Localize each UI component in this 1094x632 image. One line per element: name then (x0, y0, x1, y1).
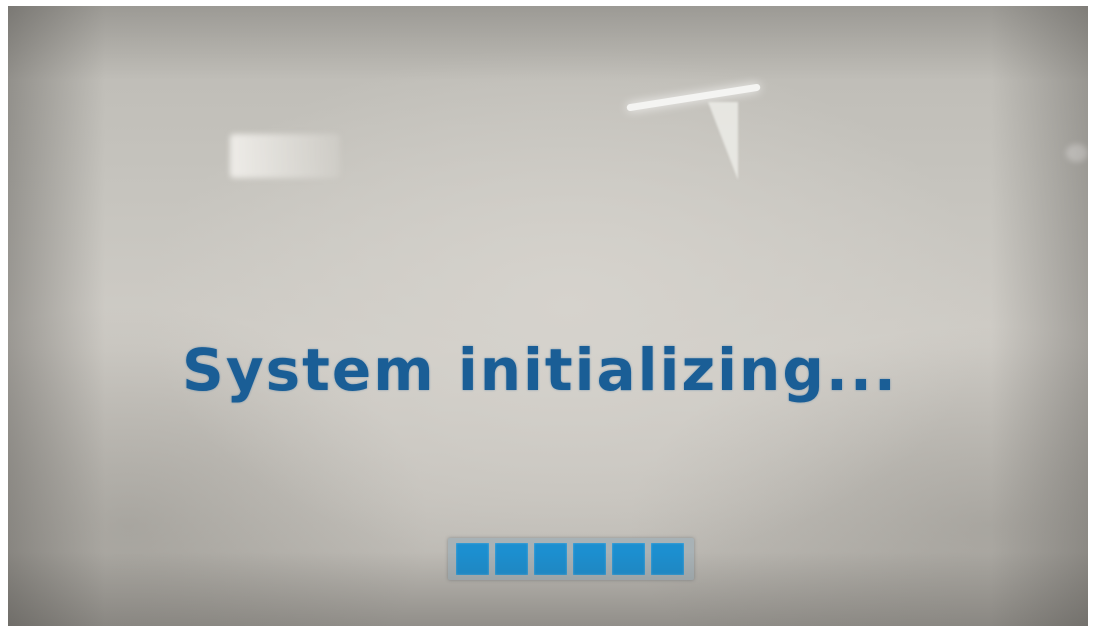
screen-vignette (8, 6, 1088, 626)
progress-block (534, 543, 567, 575)
progress-block (456, 543, 489, 575)
screen-glare (230, 134, 340, 178)
status-message: System initializing... (182, 336, 898, 404)
progress-block (612, 543, 645, 575)
progress-block (495, 543, 528, 575)
progress-indicator (448, 538, 694, 580)
screen-glare (648, 102, 738, 180)
screen-glare (1066, 144, 1088, 162)
progress-block (573, 543, 606, 575)
photo-frame: System initializing... (0, 0, 1094, 632)
boot-screen: System initializing... (8, 6, 1088, 626)
progress-block (651, 543, 684, 575)
